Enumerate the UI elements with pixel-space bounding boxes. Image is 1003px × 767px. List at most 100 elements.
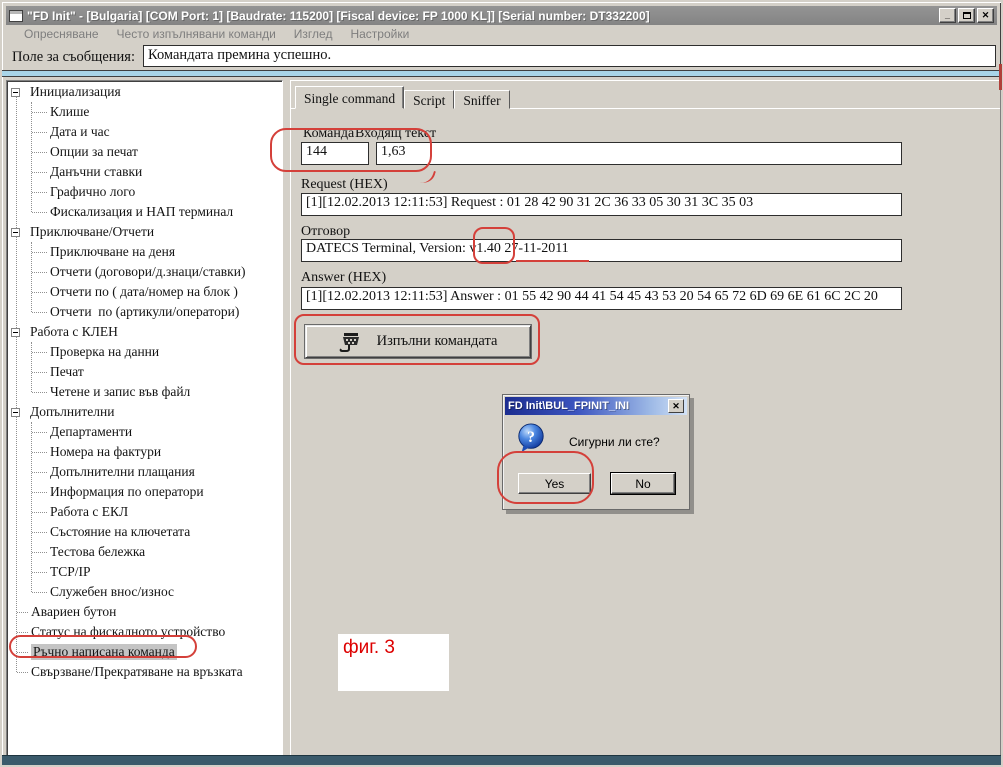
navigation-panel: Инициализация Клише Дата и час Опции за печ…: [6, 80, 283, 757]
tree-item-0-2[interactable]: Опции за печат: [7, 142, 282, 162]
maximize-icon: [963, 12, 971, 19]
command-label: Команда: [303, 126, 354, 142]
collapse-icon[interactable]: [11, 328, 20, 337]
tree-item-label: Състояние на ключетата: [50, 524, 190, 540]
tree-leaf-3[interactable]: Свързване/Прекратяване на връзката: [7, 662, 282, 682]
tree-item-2-0[interactable]: Проверка на данни: [7, 342, 282, 362]
tree-leaf-1[interactable]: Статус на фискалното устройство: [7, 622, 282, 642]
tree-root-0[interactable]: Инициализация: [7, 82, 282, 102]
serial-connector-icon: [339, 331, 363, 353]
tree-item-3-1[interactable]: Номера на фактури: [7, 442, 282, 462]
tab-strip: Single commandScriptSniffer: [295, 86, 510, 109]
tree-item-label: Опции за печат: [50, 144, 138, 160]
maximize-button[interactable]: [958, 8, 975, 23]
tree-item-3-5[interactable]: Състояние на ключетата: [7, 522, 282, 542]
app-window: "FD Init" - [Bulgaria] [COM Port: 1] [Ba…: [0, 0, 1003, 767]
tree-item-3-8[interactable]: Служебен внос/износ: [7, 582, 282, 602]
tree-item-label: Печат: [50, 364, 84, 380]
message-field-label: Поле за съобщения:: [12, 49, 135, 66]
app-icon: [9, 10, 23, 22]
menu-item-3[interactable]: Настройки: [342, 26, 417, 42]
tree-item-0-0[interactable]: Клише: [7, 102, 282, 122]
confirm-dialog: FD Init\BUL_FPINIT_INI ✕ ? Сигурни ли ст…: [502, 394, 690, 510]
tree-item-0-1[interactable]: Дата и час: [7, 122, 282, 142]
tree-item-label: Статус на фискалното устройство: [31, 624, 225, 640]
dialog-question: Сигурни ли сте?: [569, 435, 660, 449]
tree-item-label: Ръчно написана команда: [31, 644, 177, 660]
dialog-title-bar: FD Init\BUL_FPINIT_INI ✕: [505, 397, 687, 415]
tree-item-0-3[interactable]: Данъчни ставки: [7, 162, 282, 182]
tab-sniffer[interactable]: Sniffer: [454, 90, 509, 109]
collapse-icon[interactable]: [11, 228, 20, 237]
figure-caption-box: фиг. 3: [338, 634, 449, 691]
answer-hex-field[interactable]: [1][12.02.2013 12:11:53] Answer : 01 55 …: [301, 287, 902, 310]
window-title: "FD Init" - [Bulgaria] [COM Port: 1] [Ba…: [27, 9, 935, 23]
tree-item-label: Четене и запис във файл: [50, 384, 190, 400]
response-field[interactable]: DATECS Terminal, Version: v1.40 27-11-20…: [301, 239, 902, 262]
command-input[interactable]: 144: [301, 142, 369, 165]
tree-item-1-2[interactable]: Отчети по ( дата/номер на блок ): [7, 282, 282, 302]
tree-item-label: Графично лого: [50, 184, 135, 200]
tree-root-1[interactable]: Приключване/Отчети: [7, 222, 282, 242]
tree-item-label: Отчети по ( дата/номер на блок ): [50, 284, 238, 300]
tree-item-label: Тестова бележка: [50, 544, 145, 560]
navigation-tree: Инициализация Клише Дата и час Опции за печ…: [7, 81, 282, 682]
tree-item-3-0[interactable]: Департаменти: [7, 422, 282, 442]
input-text-input[interactable]: 1,63: [376, 142, 902, 165]
collapse-icon[interactable]: [11, 408, 20, 417]
tree-leaf-0[interactable]: Авариен бутон: [7, 602, 282, 622]
tree-group-3: Департаменти Номера на фактури Допълнителн…: [7, 422, 282, 602]
tree-item-3-2[interactable]: Допълнителни плащания: [7, 462, 282, 482]
svg-text:?: ?: [527, 429, 535, 446]
request-hex-field[interactable]: [1][12.02.2013 12:11:53] Request : 01 28…: [301, 193, 902, 216]
menu-item-2[interactable]: Изглед: [286, 26, 341, 42]
tree-root-3[interactable]: Допълнителни: [7, 402, 282, 422]
tree-item-label: Свързване/Прекратяване на връзката: [31, 664, 243, 680]
tree-item-3-7[interactable]: TCP/IP: [7, 562, 282, 582]
execute-command-button[interactable]: Изпълни командата: [305, 325, 531, 358]
tree-item-label: TCP/IP: [50, 564, 91, 580]
tab-single-command[interactable]: Single command: [295, 86, 404, 109]
request-hex-label: Request (HEX): [301, 177, 388, 193]
tree-item-label: Работа с КЛЕН: [30, 324, 118, 340]
tab-script[interactable]: Script: [404, 90, 454, 109]
tree-root-2[interactable]: Работа с КЛЕН: [7, 322, 282, 342]
tree-item-label: Допълнителни плащания: [50, 464, 195, 480]
tree-item-1-3[interactable]: Отчети по (артикули/оператори): [7, 302, 282, 322]
tree-item-1-0[interactable]: Приключване на деня: [7, 242, 282, 262]
tree-item-label: Дата и час: [50, 124, 110, 140]
input-text-label: Входящ текст: [355, 126, 436, 142]
dialog-title: FD Init\BUL_FPINIT_INI: [508, 400, 668, 412]
tree-item-2-1[interactable]: Печат: [7, 362, 282, 382]
yes-button[interactable]: Yes: [518, 473, 591, 494]
tree-item-label: Отчети по (артикули/оператори): [50, 304, 239, 320]
tree-item-label: Служебен внос/износ: [50, 584, 174, 600]
menu-item-1[interactable]: Често изпълнявани команди: [109, 26, 284, 42]
no-button[interactable]: No: [611, 473, 675, 494]
minimize-button[interactable]: _: [939, 8, 956, 23]
tree-leaf-2[interactable]: Ръчно написана команда: [7, 642, 282, 662]
tree-item-label: Работа с ЕКЛ: [50, 504, 128, 520]
tree-item-3-4[interactable]: Работа с ЕКЛ: [7, 502, 282, 522]
tree-item-label: Приключване/Отчети: [30, 224, 154, 240]
tree-group-0: Клише Дата и час Опции за печат Данъчни ста…: [7, 102, 282, 222]
tree-item-0-5[interactable]: Фискализация и НАП терминал: [7, 202, 282, 222]
collapse-icon[interactable]: [11, 88, 20, 97]
tree-item-1-1[interactable]: Отчети (договори/д.знаци/ставки): [7, 262, 282, 282]
close-button[interactable]: ✕: [977, 8, 994, 23]
title-bar: "FD Init" - [Bulgaria] [COM Port: 1] [Ba…: [6, 6, 997, 25]
tree-item-label: Фискализация и НАП терминал: [50, 204, 233, 220]
tree-item-2-2[interactable]: Четене и запис във файл: [7, 382, 282, 402]
tree-item-0-4[interactable]: Графично лого: [7, 182, 282, 202]
tree-group-2: Проверка на данни Печат Четене и запис във…: [7, 342, 282, 402]
message-field[interactable]: Командата премина успешно.: [143, 45, 996, 67]
tree-item-3-3[interactable]: Информация по оператори: [7, 482, 282, 502]
tree-item-label: Отчети (договори/д.знаци/ставки): [50, 264, 245, 280]
response-label: Отговор: [301, 224, 350, 240]
menu-item-0[interactable]: Опресняване: [16, 26, 107, 42]
tree-item-3-6[interactable]: Тестова бележка: [7, 542, 282, 562]
tree-item-label: Номера на фактури: [50, 444, 161, 460]
dialog-close-button[interactable]: ✕: [668, 399, 684, 413]
menu-bar: ОпресняванеЧесто изпълнявани командиИзгл…: [6, 25, 997, 43]
tree-item-label: Инициализация: [30, 84, 121, 100]
